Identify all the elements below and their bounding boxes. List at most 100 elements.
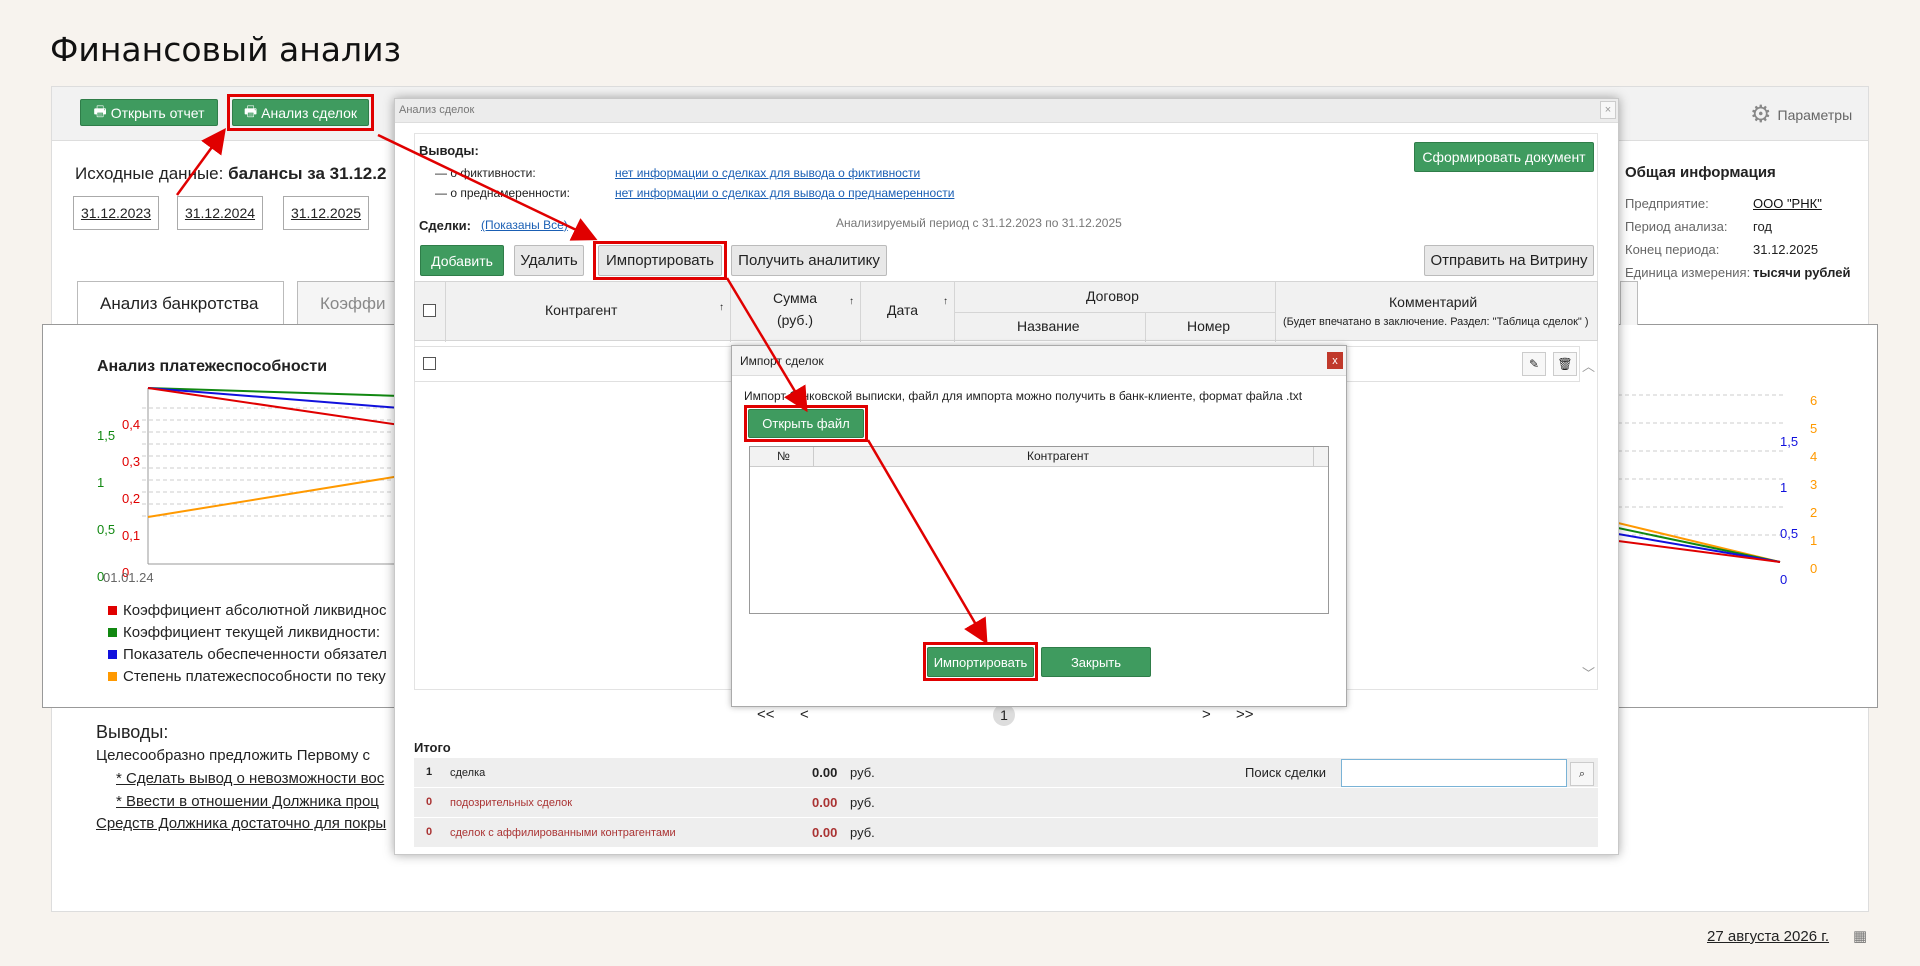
close-icon[interactable]: × bbox=[1600, 101, 1616, 119]
premed-link[interactable]: нет информации о сделках для вывода о пр… bbox=[615, 186, 954, 200]
pager-last[interactable]: >> bbox=[1236, 706, 1254, 723]
conclusions-link[interactable]: * Сделать вывод о невозможности вос bbox=[116, 770, 384, 787]
legend-swatch bbox=[108, 672, 117, 681]
calendar-icon[interactable]: ▦ bbox=[1853, 927, 1867, 945]
scroll-up-icon[interactable]: ︿ bbox=[1582, 356, 1595, 375]
pager-prev[interactable]: < bbox=[800, 706, 809, 723]
tab-coefficients[interactable]: Коэффи bbox=[297, 281, 407, 325]
sort-icon[interactable]: ↑ bbox=[719, 302, 724, 313]
row-checkbox[interactable] bbox=[423, 357, 436, 370]
open-report-button[interactable]: 🖶 Открыть отчет bbox=[80, 99, 218, 126]
conclusions-link[interactable]: Средств Должника достаточно для покры bbox=[96, 815, 386, 832]
deals-label: Сделки: bbox=[419, 218, 471, 233]
date-button-3[interactable]: 31.12.2025 bbox=[283, 196, 369, 230]
col-comment: Комментарий bbox=[1389, 294, 1478, 310]
import-table bbox=[749, 446, 1329, 614]
legend-swatch bbox=[108, 650, 117, 659]
pager-page[interactable]: 1 bbox=[993, 704, 1015, 726]
col-contract-number: Номер bbox=[1187, 318, 1231, 334]
totals-text: сделка bbox=[450, 767, 486, 779]
import-col-counterparty: Контрагент bbox=[1027, 449, 1090, 463]
page-title: Финансовый анализ bbox=[50, 30, 402, 69]
date-button-2[interactable]: 31.12.2024 bbox=[177, 196, 263, 230]
dialog-header bbox=[395, 99, 1618, 123]
col-contract: Договор bbox=[1086, 288, 1139, 304]
source-data: Исходные данные: балансы за 31.12.2 bbox=[75, 164, 387, 183]
period-text: Анализируемый период с 31.12.2023 по 31.… bbox=[836, 216, 1122, 230]
pager-next[interactable]: > bbox=[1202, 706, 1211, 723]
series-absolute-line bbox=[147, 387, 400, 426]
search-label: Поиск сделки bbox=[1245, 765, 1327, 780]
legend-swatch bbox=[108, 628, 117, 637]
get-analytics-button[interactable]: Получить аналитику bbox=[731, 245, 887, 276]
trash-icon[interactable]: 🗑 bbox=[1553, 352, 1577, 376]
printer-icon: 🖶 bbox=[93, 102, 107, 119]
import-hint: Импорт банковской выписки, файл для импо… bbox=[744, 389, 1303, 403]
col-contract-name: Название bbox=[1017, 318, 1080, 334]
open-file-button[interactable]: Открыть файл bbox=[748, 409, 864, 438]
col-counterparty[interactable]: Контрагент bbox=[545, 302, 617, 318]
dialog-conclusions-label: Выводы: bbox=[419, 143, 479, 158]
import-dialog-title: Импорт сделок bbox=[740, 354, 824, 368]
import-button[interactable]: Импортировать bbox=[598, 245, 722, 276]
general-info: Предприятие: ООО "РНК" Период анализа: год… bbox=[1625, 196, 1851, 280]
conclusions-link[interactable]: * Ввести в отношении Должника проц bbox=[116, 793, 379, 810]
printer-icon: 🖶 bbox=[243, 102, 258, 119]
sort-icon[interactable]: ↑ bbox=[849, 296, 854, 307]
import-confirm-button[interactable]: Импортировать bbox=[927, 647, 1034, 677]
conclusions-line: Целесообразно предложить Первому с bbox=[96, 747, 371, 764]
right-orange-ticks: 6 5 4 3 2 1 0 bbox=[1810, 393, 1818, 576]
legend-item: Показатель обеспеченности обязател bbox=[108, 646, 387, 663]
x-tick: 01.01.24 bbox=[103, 570, 154, 585]
search-icon[interactable]: ⌕ bbox=[1570, 762, 1594, 786]
totals-count: 0 bbox=[426, 826, 433, 838]
delete-button[interactable]: Удалить bbox=[514, 245, 584, 276]
col-date[interactable]: Дата bbox=[887, 302, 918, 318]
dialog-title: Анализ сделок bbox=[399, 104, 475, 116]
totals-amount: 0.00 bbox=[812, 795, 838, 810]
deal-analysis-button[interactable]: 🖶 Анализ сделок bbox=[232, 99, 369, 126]
legend-item: Коэффициент абсолютной ликвиднос bbox=[108, 602, 387, 619]
legend-item: Степень платежеспособности по теку bbox=[108, 668, 386, 685]
import-col-num: № bbox=[777, 449, 790, 463]
totals-unit: руб. bbox=[850, 765, 875, 780]
totals-row bbox=[414, 788, 1598, 818]
tab-edge bbox=[1620, 281, 1638, 325]
select-all-checkbox[interactable] bbox=[423, 304, 436, 317]
pager-first[interactable]: << bbox=[757, 706, 775, 723]
col-sum[interactable]: Сумма (руб.) bbox=[771, 290, 819, 328]
series-solvency-line bbox=[147, 475, 400, 518]
search-input[interactable] bbox=[1341, 759, 1567, 787]
left-red-ticks: 0,4 0,3 0,2 0,1 0 bbox=[122, 417, 141, 580]
company-link[interactable]: ООО "РНК" bbox=[1753, 196, 1822, 211]
totals-count: 1 bbox=[426, 766, 433, 778]
close-icon[interactable]: x bbox=[1327, 352, 1343, 369]
right-blue-ticks: 1,5 1 0,5 0 bbox=[1780, 434, 1799, 587]
premed-label: — о преднамеренности: bbox=[435, 186, 570, 200]
legend-item: Коэффициент текущей ликвидности: bbox=[108, 624, 380, 641]
form-document-button[interactable]: Сформировать документ bbox=[1414, 142, 1594, 172]
totals-amount: 0.00 bbox=[812, 825, 838, 840]
edit-icon[interactable]: ✎ bbox=[1522, 352, 1546, 376]
totals-unit: руб. bbox=[850, 825, 875, 840]
date-button-1[interactable]: 31.12.2023 bbox=[73, 196, 159, 230]
import-close-button[interactable]: Закрыть bbox=[1041, 647, 1151, 677]
legend-swatch bbox=[108, 606, 117, 615]
tab-bankruptcy[interactable]: Анализ банкротства bbox=[77, 281, 284, 325]
totals-label: Итого bbox=[414, 740, 451, 755]
sort-icon[interactable]: ↑ bbox=[943, 296, 948, 307]
fict-link[interactable]: нет информации о сделках для вывода о фи… bbox=[615, 166, 920, 180]
import-dialog-header bbox=[732, 346, 1346, 376]
totals-unit: руб. bbox=[850, 795, 875, 810]
totals-amount: 0.00 bbox=[812, 765, 838, 780]
totals-text: сделок с аффилированными контрагентами bbox=[450, 827, 676, 839]
params-button[interactable]: ⚙ Параметры bbox=[1750, 100, 1852, 129]
general-info-title: Общая информация bbox=[1625, 164, 1776, 181]
col-comment-note: (Будет впечатано в заключение. Раздел: "… bbox=[1283, 316, 1589, 328]
send-to-showcase-button[interactable]: Отправить на Витрину bbox=[1424, 245, 1594, 276]
add-button[interactable]: Добавить bbox=[420, 245, 504, 276]
scroll-down-icon[interactable]: ﹀ bbox=[1582, 663, 1595, 682]
conclusions-title: Выводы: bbox=[96, 722, 169, 742]
deals-filter-link[interactable]: (Показаны Все) bbox=[481, 218, 568, 232]
footer-date[interactable]: 27 августа 2026 г. bbox=[1707, 928, 1829, 945]
